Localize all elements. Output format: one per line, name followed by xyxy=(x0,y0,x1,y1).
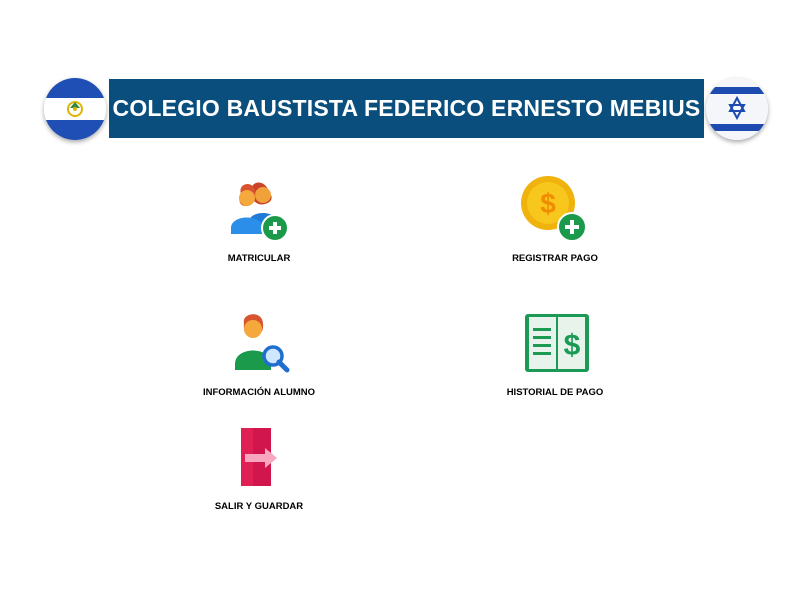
add-coin-icon: $ xyxy=(521,176,587,242)
page-title: COLEGIO BAUSTISTA FEDERICO ERNESTO MEBIU… xyxy=(112,95,701,121)
add-users-icon xyxy=(231,182,289,242)
svg-text:$: $ xyxy=(540,188,556,219)
registrar-pago-button[interactable]: $ REGISTRAR PAGO xyxy=(455,170,655,264)
israel-flag-icon xyxy=(706,78,768,140)
matricular-label: MATRICULAR xyxy=(227,253,291,264)
historial-de-pago-button[interactable]: $ HISTORIAL DE PAGO xyxy=(455,304,655,398)
exit-icon xyxy=(241,428,277,486)
el-salvador-flag-icon xyxy=(44,78,106,140)
salir-y-guardar-label: SALIR Y GUARDAR xyxy=(214,501,304,512)
salir-y-guardar-button[interactable]: SALIR Y GUARDAR xyxy=(159,418,359,512)
matricular-button[interactable]: MATRICULAR xyxy=(159,170,359,264)
informacion-alumno-label: INFORMACIÓN ALUMNO xyxy=(202,387,316,398)
search-user-icon xyxy=(235,314,290,373)
svg-text:$: $ xyxy=(564,329,581,362)
header-banner: COLEGIO BAUSTISTA FEDERICO ERNESTO MEBIU… xyxy=(109,79,704,138)
informacion-alumno-button[interactable]: INFORMACIÓN ALUMNO xyxy=(159,304,359,398)
registrar-pago-label: REGISTRAR PAGO xyxy=(512,253,598,264)
payment-ledger-icon: $ xyxy=(525,314,589,372)
historial-de-pago-label: HISTORIAL DE PAGO xyxy=(506,387,604,398)
